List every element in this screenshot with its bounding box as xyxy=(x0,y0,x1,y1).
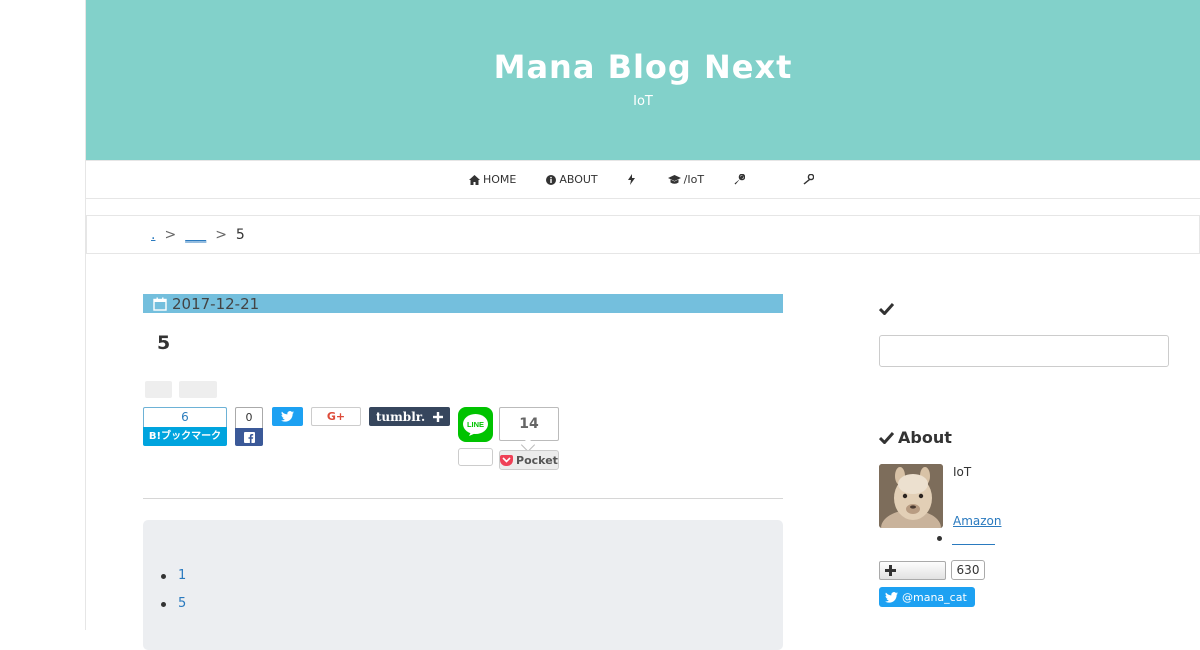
hatena-label: B!ブックマーク xyxy=(143,427,227,446)
breadcrumb-separator: > xyxy=(164,226,177,243)
facebook-count: 0 xyxy=(235,407,263,428)
nav-item-iot[interactable]: /IoT xyxy=(667,173,705,186)
nav-item-tools-1[interactable] xyxy=(734,174,748,185)
wrench-icon xyxy=(803,174,815,185)
table-of-contents: 1 5 xyxy=(143,520,783,650)
check-icon xyxy=(878,302,895,316)
twitter-handle: @mana_cat xyxy=(902,590,967,604)
info-icon xyxy=(546,174,557,185)
toc-item: 5 xyxy=(161,596,186,624)
pocket-count: 14 xyxy=(499,407,559,441)
home-icon xyxy=(468,174,480,185)
line-share-button[interactable]: LINE xyxy=(458,407,493,442)
line-label: LINE xyxy=(467,420,484,429)
calendar-icon xyxy=(153,297,167,311)
facebook-btn xyxy=(235,428,263,446)
about-link-underline[interactable] xyxy=(952,544,995,545)
toc-item: 1 xyxy=(161,568,186,596)
plus-icon xyxy=(433,411,444,422)
nav-item-tools-2[interactable] xyxy=(803,174,817,185)
search-widget-title xyxy=(878,300,895,319)
about-widget-title: About xyxy=(879,428,952,447)
tumblr-share-button[interactable]: tumblr. xyxy=(369,407,450,426)
nav-label-about: ABOUT xyxy=(559,173,598,186)
hatena-count: 6 xyxy=(143,407,227,427)
twitter-icon xyxy=(885,591,898,603)
hatena-bookmark-button[interactable]: 6 B!ブックマーク xyxy=(143,407,227,446)
check-icon xyxy=(879,431,894,444)
nav-item-bolt[interactable] xyxy=(627,174,638,185)
about-title-text: About xyxy=(898,428,952,447)
wrench-icon xyxy=(734,174,746,185)
post-date-bar: 2017-12-21 xyxy=(143,294,783,313)
google-plus-share-button[interactable]: G+ xyxy=(311,407,361,426)
twitter-icon xyxy=(281,411,294,422)
content-divider xyxy=(143,498,783,499)
breadcrumb: . > ___ > 5 xyxy=(86,215,1200,254)
post-tag[interactable] xyxy=(179,381,217,398)
toc-link[interactable]: 1 xyxy=(178,568,186,583)
post-title: 5 xyxy=(157,332,171,354)
facebook-icon xyxy=(243,431,255,443)
pocket-save-button[interactable]: Pocket xyxy=(499,450,559,470)
line-count xyxy=(458,448,493,466)
amazon-link[interactable]: Amazon xyxy=(953,514,1002,528)
facebook-share-button[interactable]: 0 xyxy=(235,407,263,446)
about-text: IoT xyxy=(953,465,972,479)
nav-item-home[interactable]: HOME xyxy=(468,173,517,186)
site-description: IoT xyxy=(633,94,653,109)
nav-label-iot: /IoT xyxy=(683,173,705,186)
tumblr-label: tumblr. xyxy=(375,409,426,424)
toc-link[interactable]: 5 xyxy=(178,596,186,611)
pocket-icon xyxy=(500,454,514,466)
follower-count: 630 xyxy=(951,560,985,580)
search-input[interactable] xyxy=(879,335,1169,367)
nav-label-home: HOME xyxy=(482,173,517,186)
post-tag[interactable] xyxy=(145,381,172,398)
avatar xyxy=(879,464,943,528)
breadcrumb-category-link[interactable]: ___ xyxy=(185,227,206,243)
site-header: Mana Blog Next IoT xyxy=(86,0,1200,160)
plus-icon xyxy=(885,565,896,576)
twitter-share-button[interactable] xyxy=(272,407,303,426)
twitter-follow-button[interactable]: @mana_cat xyxy=(879,587,975,607)
graduation-cap-icon xyxy=(667,174,681,184)
post-date: 2017-12-21 xyxy=(172,294,260,313)
list-bullet xyxy=(937,536,942,541)
breadcrumb-current: 5 xyxy=(235,226,245,243)
hatena-follow-button[interactable] xyxy=(879,561,946,580)
global-nav: HOME ABOUT /IoT xyxy=(86,160,1200,199)
bolt-icon xyxy=(627,174,635,185)
pocket-label: Pocket xyxy=(516,453,558,467)
line-icon: LINE xyxy=(463,413,488,436)
site-title[interactable]: Mana Blog Next xyxy=(86,48,1200,86)
left-gutter xyxy=(0,0,86,630)
breadcrumb-home-link[interactable]: . xyxy=(151,227,155,243)
breadcrumb-separator: > xyxy=(215,226,227,243)
nav-item-about[interactable]: ABOUT xyxy=(546,173,598,186)
